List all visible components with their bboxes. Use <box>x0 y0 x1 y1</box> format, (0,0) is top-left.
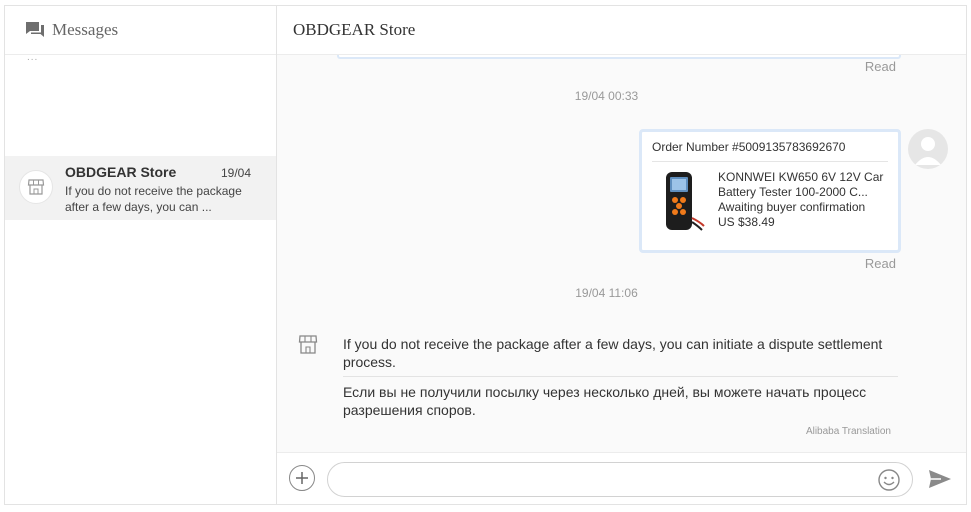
attach-button[interactable] <box>289 465 315 491</box>
message-timestamp: 19/04 11:06 <box>575 286 638 300</box>
sidebar-title: Messages <box>52 20 119 39</box>
order-details: KONNWEI KW650 6V 12V Car Battery Tester … <box>652 170 888 234</box>
message-input[interactable] <box>327 462 913 497</box>
user-icon <box>915 137 941 165</box>
message-input-bar <box>277 452 966 504</box>
incoming-message-translation: Если вы не получили посылку через нескол… <box>343 384 867 418</box>
conversation-item[interactable]: OBDGEAR Store 19/04 If you do not receiv… <box>5 156 276 220</box>
cut-off-conversation-text: ... ... .. .. . .. <box>27 500 95 504</box>
product-name: KONNWEI KW650 6V 12V Car Battery Tester … <box>718 170 884 199</box>
store-avatar <box>19 170 53 204</box>
battery-tester-icon <box>666 172 705 231</box>
incoming-message-text: If you do not receive the package after … <box>343 336 883 370</box>
send-icon[interactable] <box>927 466 953 492</box>
cut-off-conversation-text: ... <box>27 52 39 63</box>
store-icon <box>27 179 45 195</box>
conversation-name: OBDGEAR Store <box>65 164 177 180</box>
read-receipt: Read <box>864 59 896 74</box>
plus-icon <box>296 472 308 484</box>
order-number: Order Number #5009135783692670 <box>652 140 888 162</box>
message-list[interactable]: Read 19/04 00:33 Order Number #500913578… <box>277 55 966 452</box>
read-receipt: Read <box>864 256 896 271</box>
emoji-icon[interactable] <box>877 468 901 492</box>
sidebar: Messages ... OBDGEAR Store 19/04 If you … <box>5 6 277 504</box>
translation-source-label: Alibaba Translation <box>805 426 891 437</box>
translation-divider <box>343 376 898 377</box>
previous-message-card <box>337 55 901 59</box>
conversation-date: 19/04 <box>220 166 251 180</box>
store-icon <box>298 335 318 354</box>
message-timestamp: 19/04 00:33 <box>574 89 639 103</box>
user-avatar <box>908 129 948 169</box>
chat-panel: OBDGEAR Store Read 19/04 00:33 Order Num… <box>277 6 966 504</box>
app-frame: Messages ... OBDGEAR Store 19/04 If you … <box>4 5 967 505</box>
sidebar-header: Messages <box>5 6 276 55</box>
order-card[interactable]: Order Number #5009135783692670 KONNWEI K… <box>639 129 901 253</box>
chat-header: OBDGEAR Store <box>277 6 966 55</box>
chat-title: OBDGEAR Store <box>293 20 416 39</box>
conversation-body: OBDGEAR Store 19/04 If you do not receiv… <box>65 164 266 215</box>
conversation-preview: If you do not receive the package after … <box>65 184 242 214</box>
order-price: US $38.49 <box>718 215 775 229</box>
messages-icon <box>26 22 44 37</box>
order-status: Awaiting buyer confirmation <box>718 200 866 214</box>
product-image <box>652 170 710 234</box>
conversation-head: OBDGEAR Store 19/04 <box>65 164 266 180</box>
order-text: KONNWEI KW650 6V 12V Car Battery Tester … <box>718 170 888 234</box>
